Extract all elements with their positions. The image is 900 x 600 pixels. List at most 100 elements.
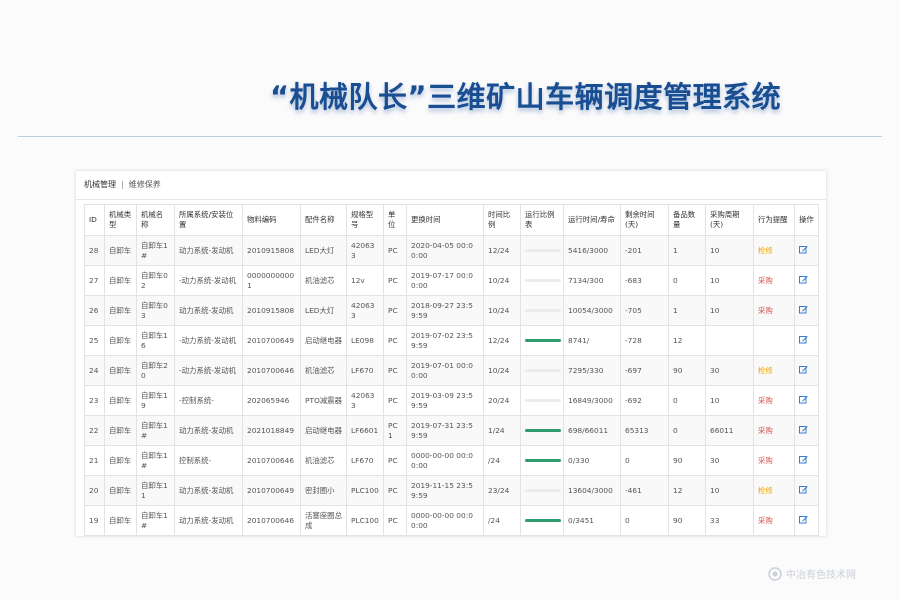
- cell-stock: 1: [668, 295, 706, 326]
- reminder-badge: 采购: [758, 395, 773, 405]
- cell-action: [794, 235, 819, 266]
- cell-type: 自卸车: [104, 235, 137, 266]
- edit-icon[interactable]: [799, 245, 808, 254]
- cell-stock: 90: [668, 445, 706, 476]
- cell-run-bar: [520, 445, 564, 476]
- cell-run-life: 8741/: [563, 325, 621, 356]
- column-header: 机械类型: [104, 204, 137, 236]
- breadcrumb-root[interactable]: 机械管理: [84, 180, 116, 189]
- edit-icon[interactable]: [799, 425, 808, 434]
- cell-stock: 0: [668, 385, 706, 416]
- cell-action: [794, 355, 819, 386]
- cell-action: [794, 475, 819, 506]
- column-header: 运行时间/寿命: [563, 204, 621, 236]
- cell-remaining: -692: [620, 385, 669, 416]
- cell-part: 活塞座圈总成: [300, 505, 347, 536]
- cell-id: 26: [84, 295, 105, 326]
- cell-type: 自卸车: [104, 475, 137, 506]
- cell-cycle: 30: [705, 445, 754, 476]
- cell-remaining: -461: [620, 475, 669, 506]
- edit-icon[interactable]: [799, 455, 808, 464]
- cell-ratio: 1/24: [483, 415, 521, 446]
- cell-stock: 90: [668, 355, 706, 386]
- cell-time: 2019-07-17 00:00:00: [406, 265, 484, 296]
- cell-type: 自卸车: [104, 415, 137, 446]
- cell-unit: PC: [383, 355, 407, 386]
- cell-spec: PLC100: [346, 475, 384, 506]
- cell-system: -控制系统-: [174, 385, 243, 416]
- run-progress-bar: [525, 489, 561, 492]
- run-progress-bar: [525, 309, 561, 312]
- cell-time: 2019-07-02 23:59:59: [406, 325, 484, 356]
- cell-run-life: 5416/3000: [563, 235, 621, 266]
- cell-system: -动力系统-发动机: [174, 325, 243, 356]
- cell-id: 28: [84, 235, 105, 266]
- cell-action: [794, 265, 819, 296]
- cell-reminder: 采购: [753, 445, 795, 476]
- edit-icon[interactable]: [799, 485, 808, 494]
- table-row[interactable]: 19 自卸车 自卸车1# 动力系统-发动机 2010700646 活塞座圈总成 PLC100…: [84, 505, 819, 536]
- cell-spec: 420633: [346, 385, 384, 416]
- edit-icon[interactable]: [799, 395, 808, 404]
- edit-icon[interactable]: [799, 335, 808, 344]
- cell-unit: PC: [383, 325, 407, 356]
- cell-code: 2010700646: [242, 505, 301, 536]
- cell-reminder: 检修: [753, 235, 795, 266]
- cell-action: [794, 445, 819, 476]
- cell-time: 2019-07-01 00:00:00: [406, 355, 484, 386]
- cell-part: LED大灯: [300, 295, 347, 326]
- cell-cycle: 10: [705, 265, 754, 296]
- edit-icon[interactable]: [799, 365, 808, 374]
- cell-remaining: -728: [620, 325, 669, 356]
- cell-code: 2010915808: [242, 295, 301, 326]
- cell-run-bar: [520, 325, 564, 356]
- run-progress-bar: [525, 279, 561, 282]
- table-row[interactable]: 23 自卸车 自卸车19 -控制系统- 202065946 PTO减震器 420633 PC 2…: [84, 385, 819, 416]
- cell-name: 自卸车19: [136, 385, 175, 416]
- column-header: 单位: [383, 204, 407, 236]
- cell-system: -动力系统-发动机: [174, 355, 243, 386]
- cell-ratio: 12/24: [483, 235, 521, 266]
- cell-unit: PC: [383, 505, 407, 536]
- cell-reminder: 检修: [753, 355, 795, 386]
- cell-reminder: 采购: [753, 415, 795, 446]
- cell-part: 机油滤芯: [300, 445, 347, 476]
- cell-time: 0000-00-00 00:00:00: [406, 445, 484, 476]
- cell-spec: LF670: [346, 355, 384, 386]
- cell-action: [794, 295, 819, 326]
- cell-id: 19: [84, 505, 105, 536]
- breadcrumb-separator: |: [121, 180, 124, 189]
- edit-icon[interactable]: [799, 515, 808, 524]
- cell-ratio: 10/24: [483, 265, 521, 296]
- table-row[interactable]: 27 自卸车 自卸车02 -动力系统-发动机 00000000001 机油滤芯 12v PC 2…: [84, 265, 819, 296]
- table-row[interactable]: 24 自卸车 自卸车20 -动力系统-发动机 2010700646 机油滤芯 LF670 PC…: [84, 355, 819, 386]
- edit-icon[interactable]: [799, 275, 808, 284]
- maintenance-table: ID 机械类型 机械名称 所属系统/安装位置 物料编码 配件名称 规格型号 单位 更换时间 时间比…: [84, 204, 819, 536]
- table-row[interactable]: 26 自卸车 自卸车03 动力系统-发动机 2010915808 LED大灯 420633 P…: [84, 295, 819, 326]
- table-row[interactable]: 22 自卸车 自卸车1# 动力系统-发动机 2021018849 启动继电器 LF6601 P…: [84, 415, 819, 446]
- table-row[interactable]: 21 自卸车 自卸车1# 控制系统- 2010700646 机油滤芯 LF670 PC 0000…: [84, 445, 819, 476]
- cell-run-life: 16849/3000: [563, 385, 621, 416]
- table-row[interactable]: 25 自卸车 自卸车16 -动力系统-发动机 2010700649 启动继电器 LE098 P…: [84, 325, 819, 356]
- reminder-badge: 采购: [758, 455, 773, 465]
- cell-spec: LF670: [346, 445, 384, 476]
- cell-time: 2019-11-15 23:59:59: [406, 475, 484, 506]
- maintenance-panel: 机械管理 | 维修保养 ID 机械类型 机械名称 所属系统/安装位置 物料编码 配件名称 规格型…: [76, 171, 826, 536]
- cell-action: [794, 415, 819, 446]
- cell-unit: PC: [383, 445, 407, 476]
- table-row[interactable]: 28 自卸车 自卸车1# 动力系统-发动机 2010915808 LED大灯 420633 P…: [84, 235, 819, 266]
- cell-run-life: 7134/300: [563, 265, 621, 296]
- cell-remaining: -705: [620, 295, 669, 326]
- cell-reminder: [753, 325, 795, 356]
- table-row[interactable]: 20 自卸车 自卸车11 动力系统-发动机 2010700649 密封圈小 PLC100 PC…: [84, 475, 819, 506]
- cell-stock: 12: [668, 325, 706, 356]
- cell-type: 自卸车: [104, 265, 137, 296]
- table-header-row: ID 机械类型 机械名称 所属系统/安装位置 物料编码 配件名称 规格型号 单位 更换时间 时间比…: [84, 204, 819, 236]
- column-header: 运行比例表: [520, 204, 564, 236]
- cell-cycle: [705, 325, 754, 356]
- cell-stock: 12: [668, 475, 706, 506]
- run-progress-bar: [525, 339, 561, 342]
- edit-icon[interactable]: [799, 305, 808, 314]
- cell-cycle: 66011: [705, 415, 754, 446]
- cell-id: 24: [84, 355, 105, 386]
